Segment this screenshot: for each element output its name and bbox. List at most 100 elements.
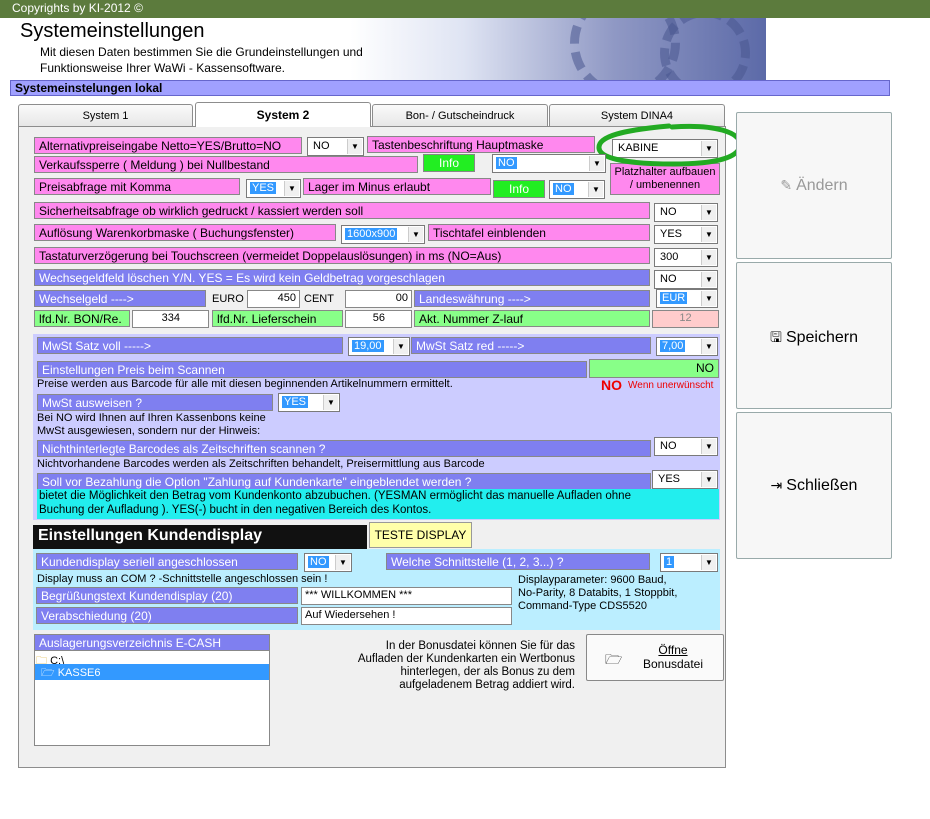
dir-item-kasse6[interactable]: 🗁 KASSE6 [35,664,269,680]
key-label-label: Tastenbeschriftung Hauptmaske [367,136,595,153]
alt-price-label: Alternativpreiseingabe Netto=YES/Brutto=… [34,137,302,154]
ecash-label: Auslagerungsverzeichnis E-CASH [34,634,270,651]
display-params-line: Command-Type CDS5520 [518,600,648,612]
payment-note-line: bietet die Möglichkeit den Betrag vom Ku… [39,490,631,502]
table-show-label: Tischtafel einblenden [428,224,650,241]
cent-input[interactable]: 00 [345,290,412,308]
page-subtitle: Mit diesen Daten bestimmen Sie die Grund… [40,44,363,76]
euro-input[interactable]: 450 [247,290,300,308]
port-label: Welche Schnittstelle (1, 2, 3...) ? [386,553,650,570]
open-bonus-label: Öffne Bonusdatei [625,643,721,671]
z-nr-input: 12 [652,310,719,328]
vat-full-label: MwSt Satz voll -----> [37,337,343,354]
vat-show-note: MwSt ausgewiesen, sondern nur der Hinwei… [37,425,261,437]
folder-open-icon: 🗁 [41,667,55,679]
chevron-down-icon: ▼ [701,291,716,306]
vat-show-select[interactable]: YES ▼ [278,393,340,412]
save-button[interactable]: 🖫 Speichern [736,262,892,409]
greeting-input[interactable]: *** WILLKOMMEN *** [301,587,512,605]
security-select[interactable]: NO ▼ [654,203,718,222]
cent-label: CENT [304,293,334,305]
barcode-note: Nichtvorhandene Barcodes werden als Zeit… [37,458,485,470]
chevron-down-icon: ▼ [701,227,716,242]
tab-system-1[interactable]: System 1 [18,104,193,126]
close-button[interactable]: ⇥ Schließen [736,412,892,559]
chevron-down-icon: ▼ [393,339,408,354]
price-query-select[interactable]: YES ▼ [246,179,301,198]
keyboard-delay-select[interactable]: 300 ▼ [654,248,718,267]
bon-nr-input[interactable]: 334 [132,310,209,328]
port-select[interactable]: 1 ▼ [660,553,718,572]
tab-system-2[interactable]: System 2 [195,102,371,127]
close-button-label: Schließen [786,477,858,494]
bonus-note: In der Bonusdatei können Sie für das Aufl… [315,640,575,692]
page-title: Systemeinstellungen [20,20,205,42]
resolution-select[interactable]: 1600x900 ▼ [341,225,425,244]
table-show-select[interactable]: YES ▼ [654,225,718,244]
copyright-text: Copyrights by KI-2012 © [12,1,143,15]
vat-reduced-select[interactable]: 7,00 ▼ [656,337,718,356]
farewell-label: Verabschiedung (20) [36,607,298,624]
save-icon: 🖫 [770,329,782,345]
scan-note: Preise werden aus Barcode für alle mit d… [37,378,453,390]
farewell-input[interactable]: Auf Wiedersehen ! [301,607,512,625]
payment-note-line: Buchung der Aufladung ). YES(-) bucht in… [39,504,432,516]
stock-minus-info-button[interactable]: Info [493,180,545,198]
sales-lock-select[interactable]: NO ▼ [492,154,606,173]
barcode-select[interactable]: NO ▼ [654,437,718,456]
save-button-label: Speichern [785,329,858,346]
chevron-down-icon: ▼ [323,395,338,410]
tab-bon-gutschein[interactable]: Bon- / Gutscheindruck [372,104,548,126]
payment-label: Soll vor Bezahlung die Option "Zahlung a… [37,473,651,490]
change-button[interactable]: ✎ Ändern [736,112,892,259]
display-params-line: Displayparameter: 9600 Baud, [518,574,667,586]
vat-show-label: MwSt ausweisen ? [37,394,273,411]
chevron-down-icon: ▼ [701,439,716,454]
chevron-down-icon: ▼ [335,555,350,570]
gear-decoration [660,18,750,80]
exit-icon: ⇥ [770,477,783,493]
stock-minus-select[interactable]: NO ▼ [549,180,605,199]
chevron-down-icon: ▼ [701,555,716,570]
chevron-down-icon: ▼ [284,181,299,196]
sales-lock-info-button[interactable]: Info [423,154,475,172]
folder-open-icon: 🗁 [605,651,623,667]
open-bonus-label-line: Bonusdatei [642,657,704,671]
com-note: Display muss an COM ? -Schnittstelle ang… [37,573,328,585]
vat-full-select[interactable]: 19,00 ▼ [348,337,410,356]
price-query-label: Preisabfrage mit Komma [34,178,240,195]
vat-show-note: Bei NO wird Ihnen auf Ihren Kassenbons k… [37,412,266,424]
edit-icon: ✎ [780,177,793,193]
test-display-button[interactable]: TESTE DISPLAY [369,522,472,548]
chevron-down-icon: ▼ [701,205,716,220]
alt-price-select[interactable]: NO ▼ [307,137,364,156]
delivery-nr-input[interactable]: 56 [345,310,412,328]
chevron-down-icon: ▼ [701,272,716,287]
display-params: Displayparameter: 9600 Baud, No-Parity, 8… [518,574,677,613]
bonus-note-line: Aufladen der Kundenkarten ein Wertbonus [357,653,575,665]
change-button-label: Ändern [796,177,848,194]
greeting-label: Begrüßungstext Kundendisplay (20) [36,587,298,604]
chevron-down-icon: ▼ [588,182,603,197]
change-label: Wechselgeld ----> [34,290,206,307]
subtitle-line: Mit diesen Daten bestimmen Sie die Grund… [40,45,363,59]
section-title: Systemeinstelungen lokal [10,80,890,96]
serial-select[interactable]: NO ▼ [304,553,352,572]
delivery-nr-label: lfd.Nr. Lieferschein [212,310,343,327]
chevron-down-icon: ▼ [701,472,716,487]
chevron-down-icon: ▼ [701,250,716,265]
chevron-down-icon: ▼ [589,156,604,171]
bon-nr-label: lfd.Nr. BON/Re. [34,310,130,327]
currency-select[interactable]: EUR ▼ [656,289,718,308]
vat-reduced-label: MwSt Satz red -----> [411,337,651,354]
scan-input[interactable]: NO [589,359,719,378]
open-bonus-button[interactable]: 🗁 Öffne Bonusdatei [586,634,724,681]
serial-label: Kundendisplay seriell angeschlossen [36,553,298,570]
change-field-select[interactable]: NO ▼ [654,270,718,289]
stock-minus-label: Lager im Minus erlaubt [303,178,491,195]
change-field-label: Wechsegeldfeld löschen Y/N. YES = Es wir… [34,269,650,286]
sales-lock-label: Verkaufssperre ( Meldung ) bei Nullbesta… [34,156,418,173]
scan-label: Einstellungen Preis beim Scannen [37,361,587,378]
payment-select[interactable]: YES ▼ [652,470,718,489]
display-title: Einstellungen Kundendisplay [33,525,367,549]
